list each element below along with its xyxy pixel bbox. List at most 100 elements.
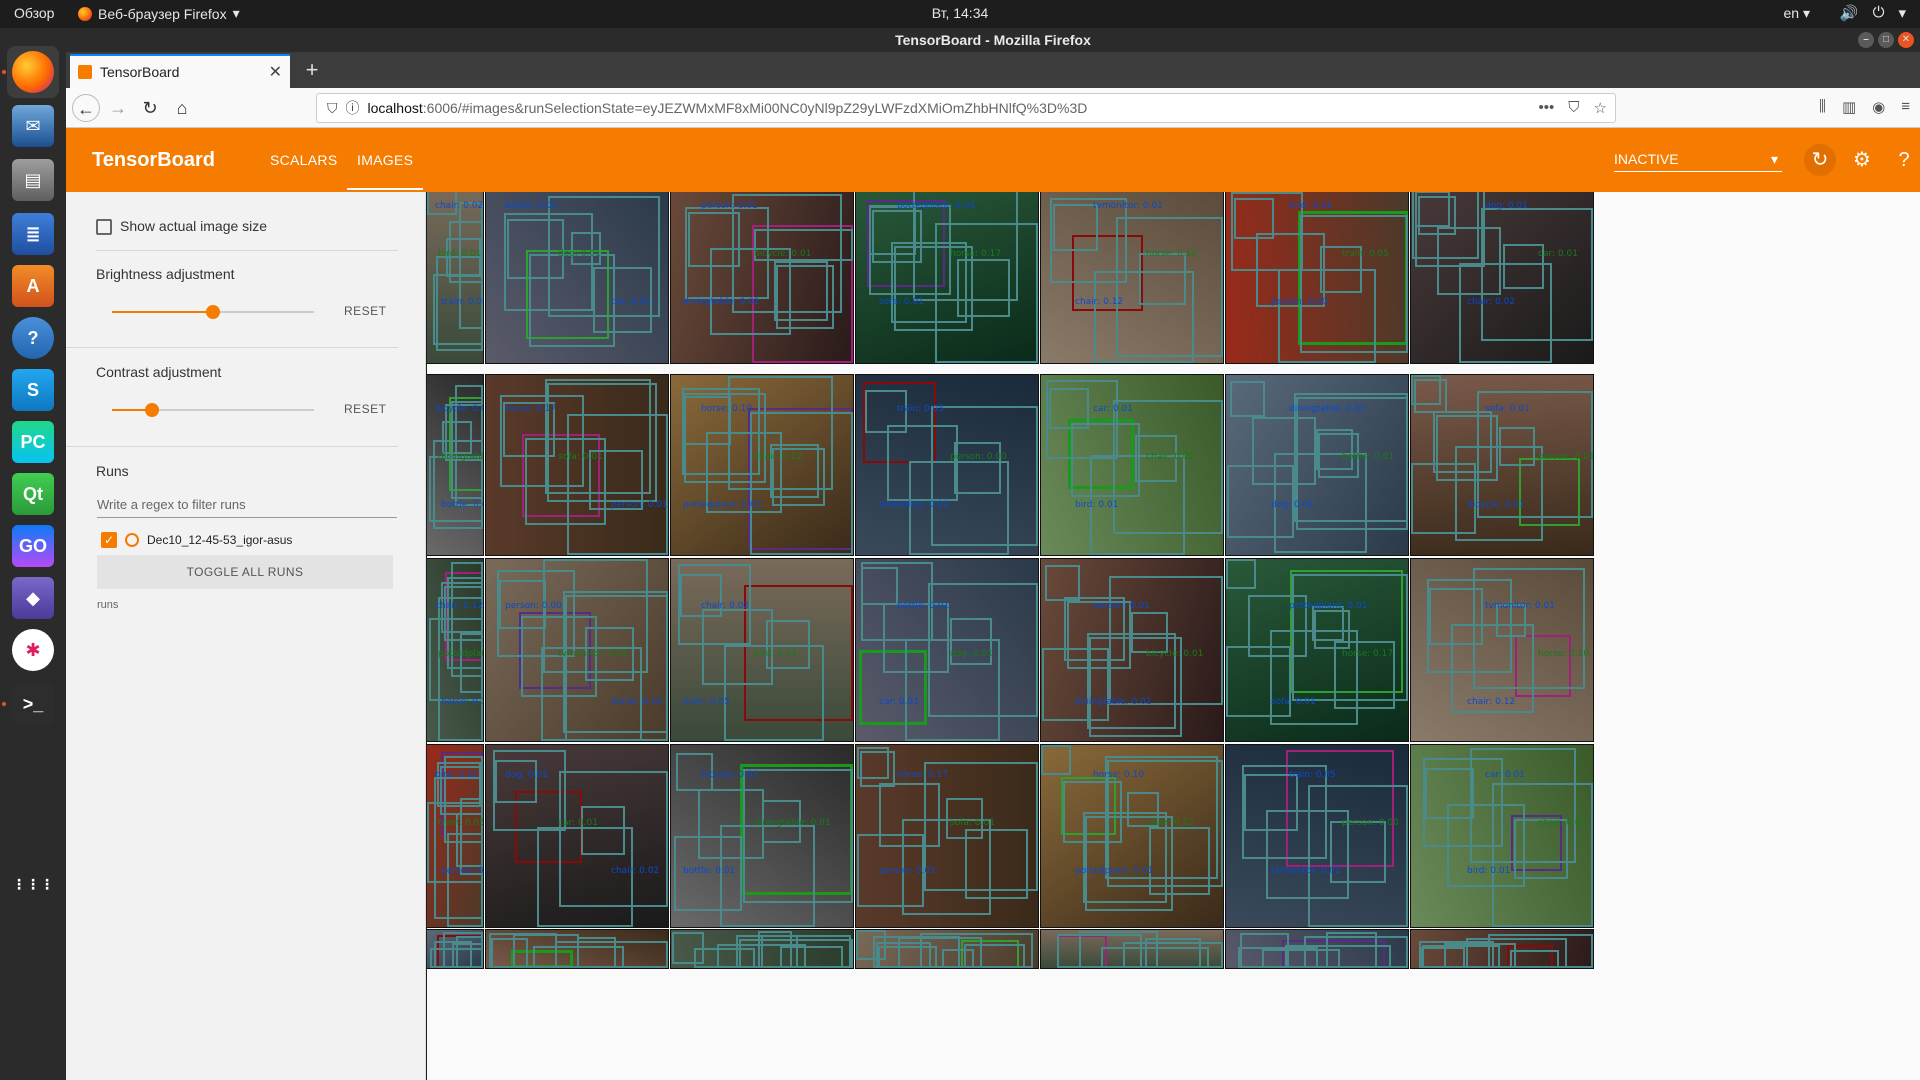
run-filter-input[interactable]: Write a regex to filter runs (97, 497, 397, 518)
language-label: en (1783, 5, 1800, 21)
image-thumbnail[interactable]: sofa: 0.01person: 0.01bicycle: 0.01 (1410, 374, 1594, 556)
run-checkbox[interactable]: ✓ (101, 532, 117, 548)
image-thumbnail[interactable]: bicycle: 0.01 diningtable: 0.01 bottle: 0.… (670, 744, 854, 928)
close-icon[interactable]: ✕ (1898, 32, 1914, 48)
home-button[interactable]: ⌂ (168, 94, 196, 122)
diamond-icon[interactable]: ◆ (7, 572, 59, 624)
bookmark-star-icon[interactable]: ☆ (1594, 99, 1607, 117)
contrast-reset-button[interactable]: RESET (344, 402, 387, 416)
info-icon[interactable]: ⓘ (346, 98, 360, 118)
tab-images[interactable]: IMAGES (347, 152, 424, 190)
image-thumbnail[interactable]: car: 0.01 chair: 0.02 bird: 0.01 (1410, 744, 1594, 928)
image-thumbnail[interactable]: dog: 0.01 car: 0.01 chair: 0.02 (1410, 192, 1594, 364)
help-icon[interactable]: ? (1888, 144, 1920, 176)
writer-icon[interactable]: ≣ (7, 208, 59, 260)
image-thumbnail[interactable]: dog: 0.01 car: 0.01 chair: 0.02 (485, 744, 669, 928)
detection-label: chair: 0.12 (1075, 297, 1124, 307)
software-icon[interactable]: A (7, 260, 59, 312)
image-thumbnail[interactable]: train: 0.05 person: 0.00 tvmonitor: 0.01 (1225, 744, 1409, 928)
system-tray[interactable]: 🔊 ⏻ ▾ (1840, 4, 1906, 22)
tensorboard-brand[interactable]: TensorBoard (92, 149, 215, 172)
image-thumbnail[interactable]: person: 0.01bicycle: 0.01diningtable: 0.… (1410, 929, 1594, 969)
image-thumbnail[interactable]: horse: 0.10 chair: 0.12 pottedplant: 0.01 (670, 374, 854, 556)
image-thumbnail[interactable]: person: 0.00tvmonitor: 0.01horse: 0.10 (485, 558, 669, 742)
image-thumbnail[interactable]: pottedplant: 0.01 horse: 0.17 sofa: 0.01 (1225, 558, 1409, 742)
activities-button[interactable]: Обзор (14, 5, 54, 21)
language-indicator[interactable]: en ▾ (1784, 5, 1811, 22)
library-icon[interactable]: ⫼ (1819, 98, 1826, 116)
image-thumbnail[interactable]: horse: 0.17 sofa: 0.01 person: 0.01 (485, 374, 669, 556)
reload-icon[interactable]: ↻ (1804, 144, 1836, 176)
image-thumbnail[interactable]: chair: 0.12pottedplant: 0.01horse: 0.17 (670, 929, 854, 969)
image-thumbnail[interactable]: bird: 0.01 train: 0.05 person: 0.00 (427, 744, 484, 928)
account-icon[interactable]: ◉ (1872, 98, 1885, 116)
minimize-icon[interactable]: – (1858, 32, 1874, 48)
contrast-slider[interactable] (112, 403, 314, 417)
thunderbird-icon[interactable]: ✉ (7, 100, 59, 152)
image-thumbnail[interactable]: sofa: 0.01person: 0.01bicycle: 0.01 (485, 929, 669, 969)
new-tab-button[interactable]: + (298, 56, 326, 84)
page-actions-icon[interactable]: ••• (1539, 99, 1555, 117)
qt-icon[interactable]: Qt (7, 468, 59, 520)
contrast-slider-knob[interactable] (145, 403, 160, 417)
pycharm-icon[interactable]: PC (7, 416, 59, 468)
run-color-circle-icon[interactable] (125, 533, 139, 547)
image-thumbnail[interactable]: diningtable: 0.01bottle: 0.01dog: 0.01 (1225, 374, 1409, 556)
image-thumbnail[interactable]: chair: 0.02bird: 0.01train: 0.05 (670, 558, 854, 742)
files-icon[interactable]: ▤ (7, 154, 59, 206)
image-thumbnail[interactable]: horse: 0.10 chair: 0.12 pottedplant: 0.01 (1040, 744, 1224, 928)
toggle-all-runs-button[interactable]: TOGGLE ALL RUNS (97, 555, 393, 589)
tab-close-icon[interactable]: ✕ (269, 62, 282, 82)
image-thumbnail[interactable]: person: 0.01bicycle: 0.01diningtable: 0.… (670, 192, 854, 364)
image-thumbnail[interactable]: bottle: 0.01dog: 0.01car: 0.01 (855, 558, 1039, 742)
shield-icon[interactable]: ⛉ (327, 100, 338, 117)
show-actual-size-row[interactable]: Show actual image size (66, 218, 398, 236)
skype-icon[interactable]: S (7, 364, 59, 416)
image-thumbnail[interactable]: chair: 0.02bird: 0.01train: 0.05 (427, 192, 484, 364)
browser-tab[interactable]: TensorBoard ✕ (70, 54, 290, 88)
terminal-icon[interactable]: >_ (7, 678, 59, 730)
image-thumbnail[interactable]: chair: 0.12pottedplant: 0.01horse: 0.17 (427, 558, 484, 742)
brightness-slider-knob[interactable] (206, 305, 220, 319)
brightness-label: Brightness adjustment (96, 266, 235, 282)
brightness-slider[interactable] (112, 305, 314, 319)
image-thumbnail[interactable]: train: 0.05 person: 0.00 tvmonitor: 0.01 (855, 374, 1039, 556)
brightness-reset-button[interactable]: RESET (344, 304, 387, 318)
forward-button[interactable]: → (104, 94, 132, 122)
url-bar[interactable]: ⛉ ⓘ localhost:6006/#images&runSelectionS… (316, 93, 1616, 123)
detection-box (776, 265, 834, 329)
image-thumbnail[interactable]: pottedplant: 0.01 horse: 0.17 sofa: 0.01 (855, 192, 1039, 364)
run-row[interactable]: ✓ Dec10_12-45-53_igor-asus (101, 532, 292, 548)
image-thumbnail[interactable]: tvmonitor: 0.01 horse: 0.10 chair: 0.12 (1410, 558, 1594, 742)
show-actual-size-checkbox[interactable] (96, 219, 112, 236)
maximize-icon[interactable]: □ (1878, 32, 1894, 48)
firefox-icon[interactable] (7, 46, 59, 98)
image-thumbnail[interactable]: bottle: 0.01dog: 0.01car: 0.01 (1225, 929, 1409, 969)
image-thumbnail[interactable]: person: 0.01bicycle: 0.01diningtable: 0.… (1040, 558, 1224, 742)
image-thumbnail[interactable]: car: 0.01 chair: 0.02 bird: 0.01 (1040, 374, 1224, 556)
detection-label: bottle: 0.01 (1289, 968, 1341, 969)
pocket-icon[interactable]: ⛉ (1568, 99, 1579, 117)
apps-grid-icon[interactable]: ⋮⋮⋮ (7, 858, 59, 910)
slack-icon[interactable]: ✱ (7, 624, 59, 676)
chevron-down-icon: ▾ (232, 5, 240, 21)
app-menu[interactable]: Веб-браузер Firefox ▾ (78, 5, 240, 22)
run-status-dropdown[interactable]: INACTIVE ▾ (1614, 151, 1782, 172)
image-thumbnail[interactable]: person: 0.00tvmonitor: 0.01horse: 0.10 (855, 929, 1039, 969)
image-thumbnail[interactable]: tvmonitor: 0.01 horse: 0.10 chair: 0.12 (1040, 192, 1224, 364)
menu-icon[interactable]: ≡ (1901, 98, 1910, 116)
tab-scalars[interactable]: SCALARS (270, 152, 337, 168)
goland-icon[interactable]: GO (7, 520, 59, 572)
reload-button[interactable]: ↻ (136, 94, 164, 122)
image-thumbnail[interactable]: horse: 0.17 sofa: 0.01 person: 0.01 (855, 744, 1039, 928)
image-thumbnail[interactable]: bottle: 0.01dog: 0.01car: 0.01 (485, 192, 669, 364)
image-thumbnail[interactable]: diningtable: 0.01bottle: 0.01dog: 0.01 (427, 929, 484, 969)
image-thumbnail[interactable]: chair: 0.02bird: 0.01train: 0.05 (1040, 929, 1224, 969)
gear-icon[interactable]: ⚙ (1846, 144, 1878, 176)
image-thumbnail[interactable]: bicycle: 0.01 diningtable: 0.01 bottle: 0.… (427, 374, 484, 556)
sidebar-icon[interactable]: ▥ (1842, 98, 1856, 116)
image-thumbnail[interactable]: bird: 0.01 train: 0.05 person: 0.00 (1225, 192, 1409, 364)
back-button[interactable]: ← (72, 94, 100, 122)
clock[interactable]: Вт, 14:34 (0, 5, 1920, 21)
help-icon[interactable]: ? (7, 312, 59, 364)
